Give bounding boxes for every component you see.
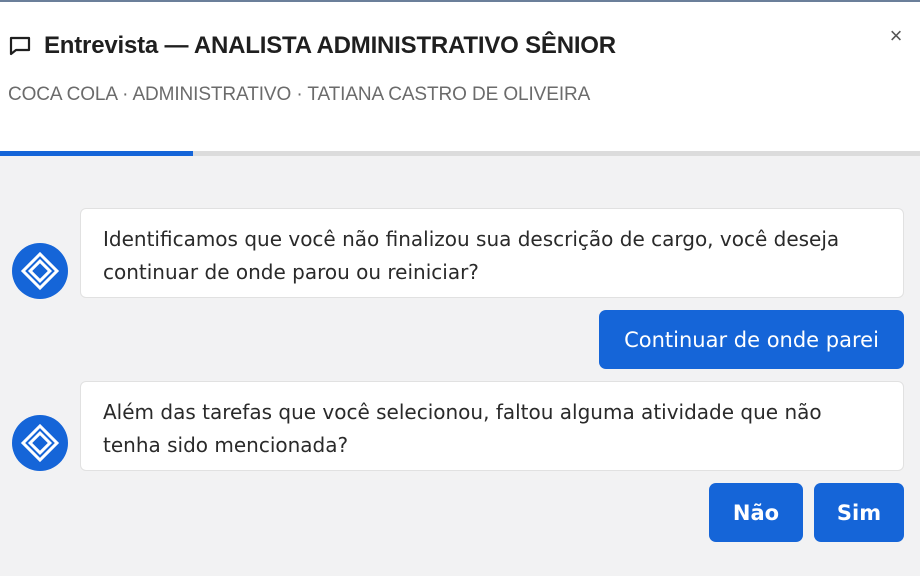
diamond-logo-icon: [20, 423, 60, 463]
interview-header: Entrevista — ANALISTA ADMINISTRATIVO SÊN…: [0, 0, 920, 152]
assistant-message: Identificamos que você não finalizou sua…: [80, 208, 904, 298]
chat-bubble-icon: [8, 34, 32, 58]
assistant-avatar: [12, 415, 68, 471]
close-icon: ×: [889, 23, 903, 48]
continue-button[interactable]: Continuar de onde parei: [599, 310, 904, 369]
diamond-logo-icon: [20, 251, 60, 291]
page-title: Entrevista — ANALISTA ADMINISTRATIVO SÊN…: [44, 32, 616, 59]
progress-bar: [0, 151, 920, 156]
progress-fill: [0, 151, 194, 156]
close-button[interactable]: ×: [884, 23, 908, 48]
assistant-avatar: [12, 243, 68, 299]
no-button[interactable]: Não: [709, 483, 803, 542]
title-row: Entrevista — ANALISTA ADMINISTRATIVO SÊN…: [8, 32, 616, 60]
assistant-message: Além das tarefas que você selecionou, fa…: [80, 381, 904, 471]
yes-button[interactable]: Sim: [814, 483, 904, 542]
interview-subtitle: COCA COLA · ADMINISTRATIVO · TATIANA CAS…: [8, 84, 591, 105]
